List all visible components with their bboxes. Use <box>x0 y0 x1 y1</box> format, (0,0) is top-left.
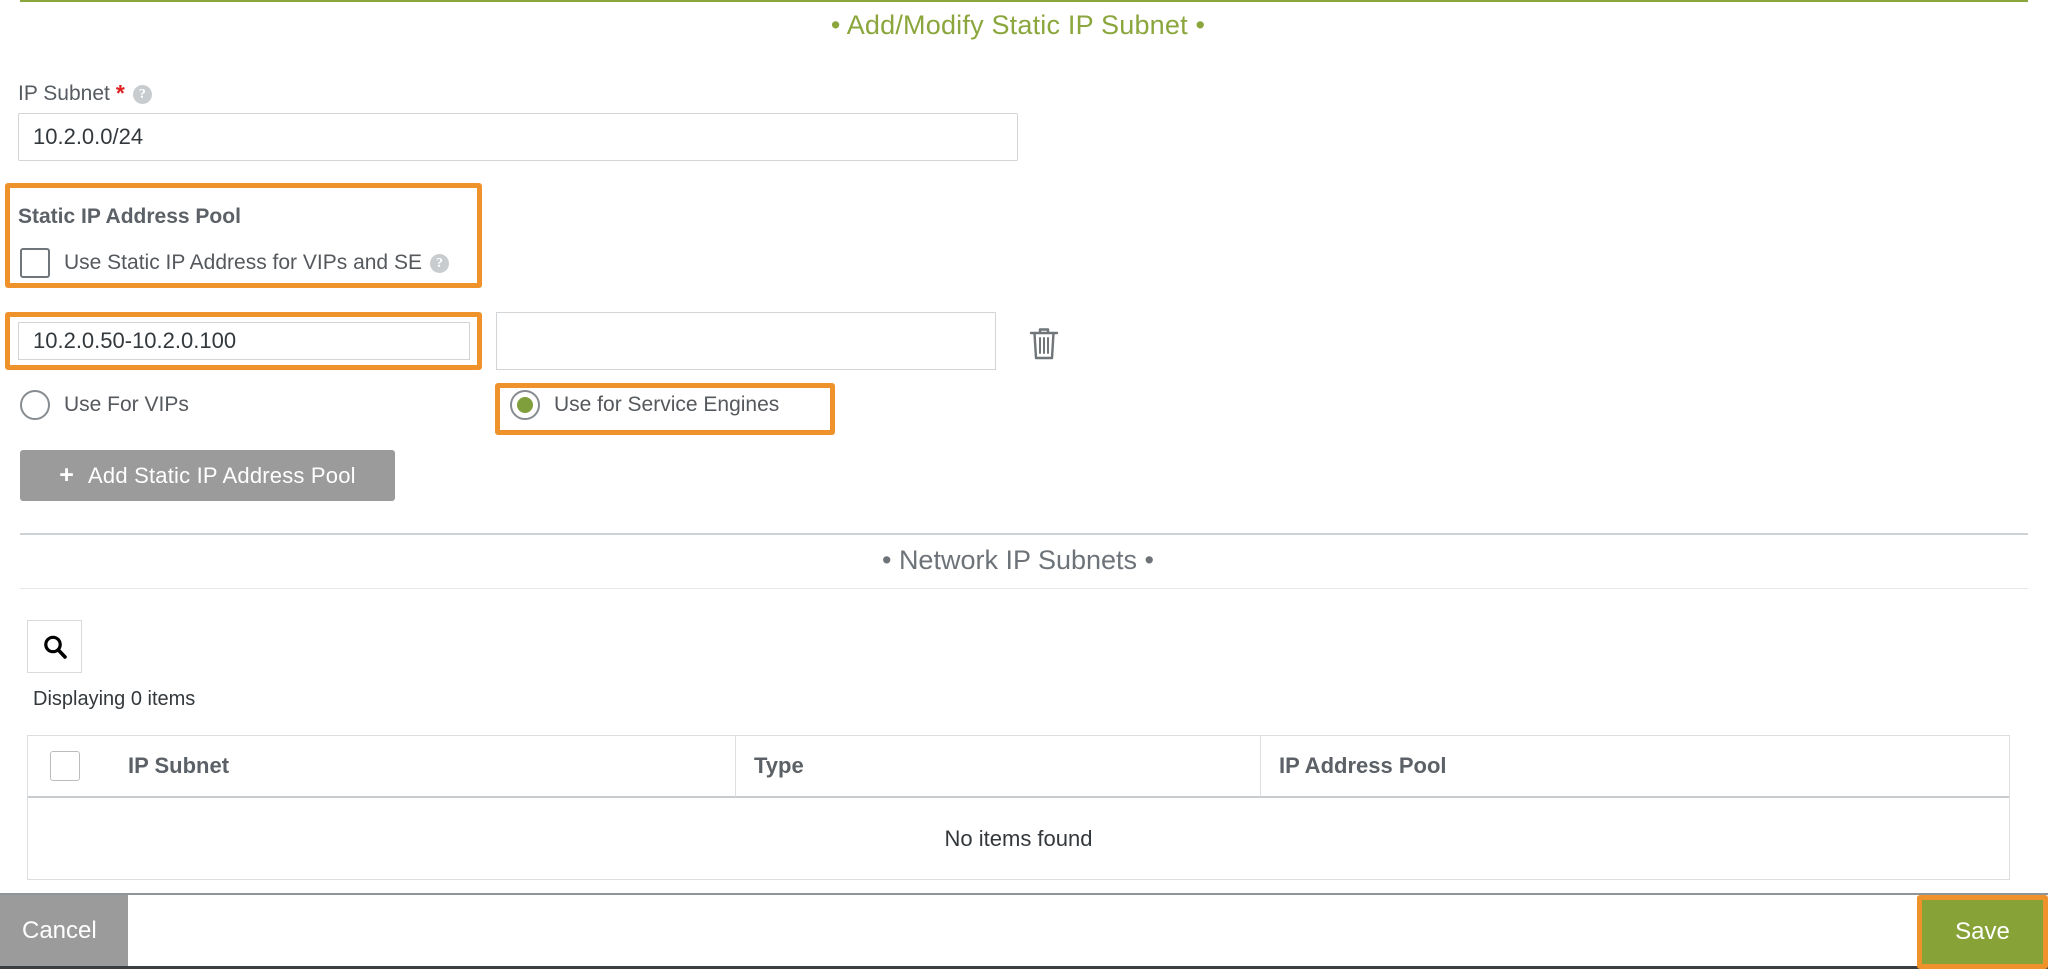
radio-use-for-vips-label: Use For VIPs <box>64 393 189 416</box>
column-header-ip-subnet[interactable]: IP Subnet <box>110 735 735 797</box>
save-button[interactable]: Save <box>1922 899 2043 964</box>
section-thin-divider <box>20 588 2028 589</box>
select-all-header-cell[interactable] <box>28 735 110 797</box>
table-header-row: IP Subnet Type IP Address Pool <box>28 735 2009 798</box>
radio-use-for-vips-circle[interactable] <box>20 390 50 420</box>
radio-use-for-service-engines-circle[interactable] <box>510 390 540 420</box>
help-circle-icon[interactable]: ? <box>132 85 152 104</box>
column-header-type[interactable]: Type <box>735 735 1260 797</box>
ip-subnet-label: IP Subnet *? <box>18 80 152 107</box>
section-divider <box>20 533 2028 535</box>
displaying-items-count: Displaying 0 items <box>33 688 196 710</box>
search-button[interactable] <box>27 620 82 673</box>
radio-use-for-vips[interactable]: Use For VIPs <box>20 390 189 420</box>
ip-pool-range-input[interactable] <box>18 322 470 360</box>
add-static-ip-address-pool-button[interactable]: + Add Static IP Address Pool <box>20 450 395 501</box>
delete-ip-pool-button[interactable] <box>1027 325 1061 361</box>
static-ip-address-pool-heading: Static IP Address Pool <box>18 205 241 228</box>
dialog-footer: Cancel Save <box>0 893 2048 969</box>
search-icon <box>43 635 67 659</box>
add-static-ip-address-pool-label: Add Static IP Address Pool <box>88 462 356 488</box>
column-header-ip-address-pool[interactable]: IP Address Pool <box>1260 735 2009 797</box>
add-modify-static-ip-subnet-dialog: • Add/Modify Static IP Subnet • IP Subne… <box>0 0 2048 969</box>
plus-icon: + <box>59 461 75 489</box>
use-static-ip-checkbox-label: Use Static IP Address for VIPs and SE <box>64 251 422 274</box>
page-title: • Add/Modify Static IP Subnet • <box>830 10 1206 40</box>
select-all-checkbox[interactable] <box>50 751 80 781</box>
radio-use-for-service-engines-label: Use for Service Engines <box>554 393 780 416</box>
ip-subnet-label-text: IP Subnet <box>18 82 110 105</box>
table-empty-message: No items found <box>28 798 2009 880</box>
network-ip-subnets-title: • Network IP Subnets • <box>881 545 1155 575</box>
ip-pool-secondary-input[interactable] <box>496 312 996 370</box>
radio-use-for-service-engines[interactable]: Use for Service Engines <box>510 390 779 420</box>
use-static-ip-checkbox[interactable] <box>20 248 50 278</box>
ip-pool-usage-radio-group: Use For VIPs Use for Service Engines <box>0 385 2048 433</box>
help-circle-icon[interactable]: ? <box>429 253 449 273</box>
cancel-button[interactable]: Cancel <box>0 895 128 966</box>
use-static-ip-checkbox-row[interactable]: Use Static IP Address for VIPs and SE ? <box>20 248 449 278</box>
top-divider <box>20 0 2028 2</box>
network-ip-subnets-table: IP Subnet Type IP Address Pool No items … <box>27 735 2010 880</box>
ip-subnet-input[interactable] <box>18 113 1018 161</box>
required-asterisk: * <box>115 80 125 106</box>
trash-icon <box>1029 328 1059 360</box>
